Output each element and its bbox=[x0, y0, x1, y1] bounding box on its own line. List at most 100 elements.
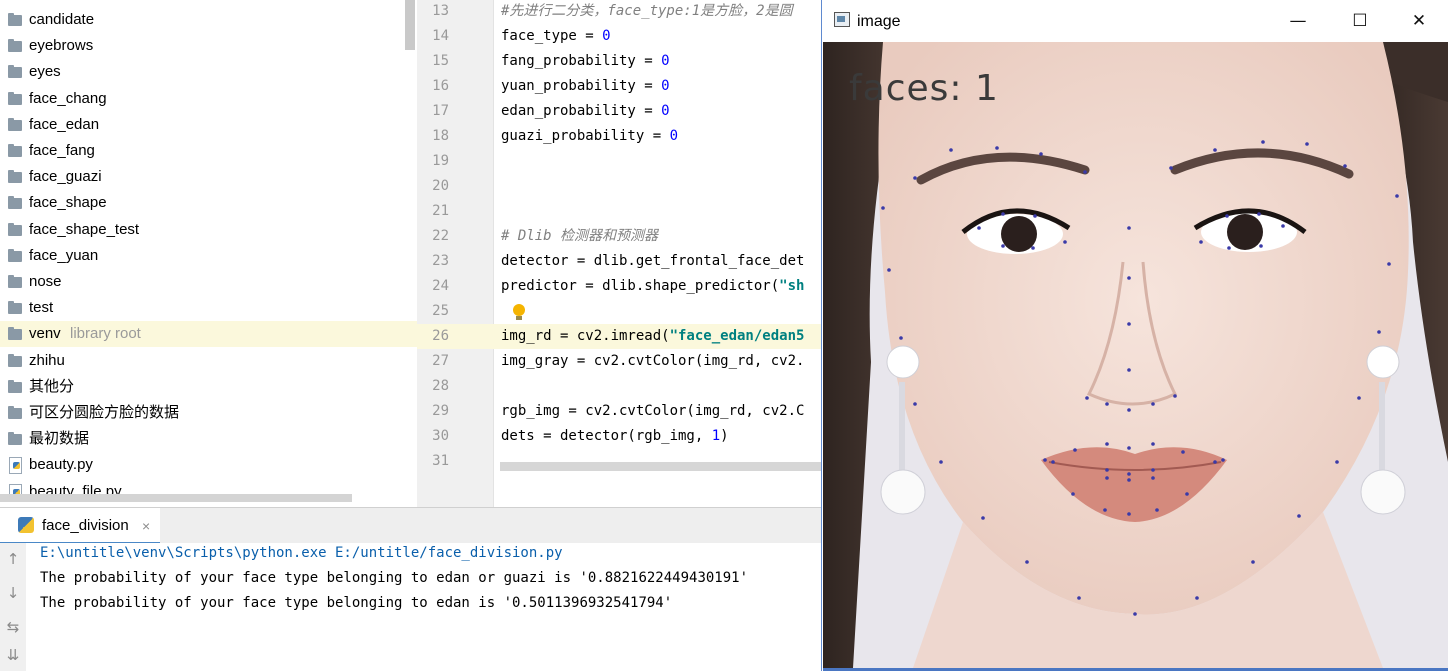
tree-horizontal-scrollbar[interactable] bbox=[0, 494, 352, 502]
code-line[interactable]: 17 edan_probability = 0 bbox=[417, 99, 822, 124]
tree-folder-item[interactable]: 其他分 bbox=[0, 374, 417, 400]
line-number: 14 bbox=[432, 28, 449, 44]
soft-wrap-icon[interactable]: ⇆ bbox=[1, 615, 25, 639]
tree-item-label: eyebrows bbox=[29, 37, 94, 55]
code-text: yuan_probability = 0 bbox=[501, 74, 670, 99]
run-tool-window-header: face_division × bbox=[0, 507, 822, 545]
code-line[interactable]: 15 fang_probability = 0 bbox=[417, 49, 822, 74]
folder-icon bbox=[8, 196, 22, 210]
line-number: 22 bbox=[432, 228, 449, 244]
tree-item-label: 可区分圆脸方脸的数据 bbox=[29, 404, 180, 421]
code-line[interactable]: 27 img_gray = cv2.cvtColor(img_rd, cv2. bbox=[417, 349, 822, 374]
tree-folder-item[interactable]: zhihu bbox=[0, 348, 417, 374]
code-line[interactable]: 14 face_type = 0 bbox=[417, 24, 822, 49]
image-window-titlebar[interactable]: image — ☐ ✕ bbox=[822, 0, 1448, 42]
tree-item-label: face_yuan bbox=[29, 246, 99, 264]
tree-item-label: face_fang bbox=[29, 142, 95, 159]
code-number: 1 bbox=[711, 428, 721, 444]
scroll-up-icon[interactable]: ↑ bbox=[1, 547, 25, 571]
tree-item-label: zhihu bbox=[29, 351, 65, 369]
tree-item-label: beauty.py bbox=[29, 456, 93, 474]
line-number: 25 bbox=[432, 303, 449, 319]
tree-item-label: face_shape_test bbox=[29, 220, 140, 238]
line-number: 21 bbox=[432, 203, 449, 219]
tree-folder-item[interactable]: face_shape_test bbox=[0, 217, 417, 243]
tree-folder-item[interactable]: eyes bbox=[0, 59, 417, 85]
folder-icon bbox=[8, 65, 22, 79]
scroll-down-icon[interactable]: ↓ bbox=[1, 581, 25, 605]
editor-horizontal-scrollbar[interactable] bbox=[500, 462, 822, 471]
code-token: img_gray = cv2.cvtColor(img_rd, cv2. bbox=[501, 353, 805, 369]
folder-icon bbox=[8, 144, 22, 157]
close-tab-icon[interactable]: × bbox=[142, 508, 150, 544]
line-number: 24 bbox=[432, 278, 449, 294]
tree-file-item[interactable]: beauty.py bbox=[0, 452, 417, 478]
code-line[interactable]: 20 bbox=[417, 174, 822, 199]
close-window-button[interactable]: ✕ bbox=[1396, 0, 1442, 42]
code-line[interactable]: 18 guazi_probability = 0 bbox=[417, 124, 822, 149]
tree-folder-item[interactable]: eyebrows bbox=[0, 33, 417, 59]
tree-folder-item[interactable]: face_fang bbox=[0, 138, 417, 164]
code-line[interactable]: 13 #先进行二分类，face_type:1是方脸，2是圆 bbox=[417, 0, 822, 24]
code-text: # Dlib 检测器和预测器 bbox=[501, 224, 658, 249]
code-token: fang_probability = bbox=[501, 53, 662, 69]
run-tab[interactable]: face_division × bbox=[0, 508, 160, 545]
code-line[interactable]: 30 dets = detector(rgb_img, 1) bbox=[417, 424, 822, 449]
scroll-to-end-icon[interactable]: ⇊ bbox=[1, 643, 25, 667]
tree-vertical-scrollbar[interactable] bbox=[405, 0, 415, 50]
code-number: 0 bbox=[661, 78, 670, 94]
tree-folder-item[interactable]: face_chang bbox=[0, 86, 417, 112]
code-string: "sh bbox=[779, 278, 805, 294]
tree-folder-item[interactable]: face_shape bbox=[0, 190, 417, 216]
folder-icon bbox=[8, 170, 22, 184]
code-line[interactable]: 26 img_rd = cv2.imread("face_edan/edan5 bbox=[417, 324, 822, 349]
maximize-button[interactable]: ☐ bbox=[1337, 0, 1383, 42]
code-text: img_rd = cv2.imread("face_edan/edan5 bbox=[501, 324, 804, 349]
code-token: guazi_probability = bbox=[501, 128, 670, 144]
intention-bulb-icon[interactable] bbox=[513, 304, 525, 320]
folder-icon bbox=[8, 406, 22, 419]
project-tree: candidate eyebrows eyes face_chang face_edan… bbox=[0, 0, 417, 507]
minimize-button[interactable]: — bbox=[1275, 0, 1321, 42]
code-line[interactable]: 16 yuan_probability = 0 bbox=[417, 74, 822, 99]
tree-folder-item[interactable]: candidate bbox=[0, 7, 417, 33]
tree-item-label: face_shape bbox=[29, 194, 107, 212]
code-text: #先进行二分类，face_type:1是方脸，2是圆 bbox=[501, 0, 793, 24]
code-string: "face_edan/edan5 bbox=[669, 328, 805, 344]
run-console[interactable]: E:\untitle\venv\Scripts\python.exe E:/un… bbox=[26, 543, 822, 671]
line-number: 20 bbox=[432, 178, 449, 194]
code-line[interactable]: 19 bbox=[417, 149, 822, 174]
folder-icon bbox=[8, 248, 22, 262]
tree-folder-item[interactable]: face_edan bbox=[0, 112, 417, 138]
tree-item-label: face_guazi bbox=[29, 168, 102, 186]
tree-folder-item[interactable]: face_guazi bbox=[0, 164, 417, 190]
code-token: rgb_img = cv2.cvtColor(img_rd, cv2.C bbox=[501, 403, 805, 419]
line-number: 29 bbox=[432, 403, 449, 419]
tree-folder-item[interactable]: test bbox=[0, 295, 417, 321]
console-output-line: The probability of your face type belong… bbox=[40, 595, 673, 611]
folder-icon bbox=[8, 91, 22, 105]
code-line[interactable]: 25 bbox=[417, 299, 822, 324]
tree-folder-item[interactable]: 最初数据 bbox=[0, 426, 417, 452]
folder-icon bbox=[8, 39, 22, 53]
tree-item-label: candidate bbox=[29, 11, 95, 28]
image-window-title: image bbox=[857, 13, 901, 30]
code-text: dets = detector(rgb_img, 1) bbox=[501, 424, 729, 449]
image-window[interactable]: image — ☐ ✕ faces: 1 bbox=[821, 0, 1448, 671]
code-line[interactable]: 22 # Dlib 检测器和预测器 bbox=[417, 224, 822, 249]
tree-folder-item[interactable]: face_yuan bbox=[0, 243, 417, 269]
code-line[interactable]: 29 rgb_img = cv2.cvtColor(img_rd, cv2.C bbox=[417, 399, 822, 424]
code-token: edan_probability = bbox=[501, 103, 662, 119]
line-number: 23 bbox=[432, 253, 449, 269]
folder-icon bbox=[8, 117, 22, 131]
code-line[interactable]: 28 bbox=[417, 374, 822, 399]
code-number: 0 bbox=[602, 28, 611, 44]
code-editor[interactable]: 13 #先进行二分类，face_type:1是方脸，2是圆 14 face_type … bbox=[417, 0, 822, 507]
faces-count-label: faces: 1 bbox=[849, 68, 999, 109]
tree-folder-item[interactable]: nose bbox=[0, 269, 417, 295]
tree-folder-item[interactable]: 可区分圆脸方脸的数据 bbox=[0, 400, 417, 426]
code-line[interactable]: 24 predictor = dlib.shape_predictor("sh bbox=[417, 274, 822, 299]
tree-folder-item[interactable]: venv library root bbox=[0, 321, 417, 348]
code-line[interactable]: 23 detector = dlib.get_frontal_face_det bbox=[417, 249, 822, 274]
code-line[interactable]: 21 bbox=[417, 199, 822, 224]
